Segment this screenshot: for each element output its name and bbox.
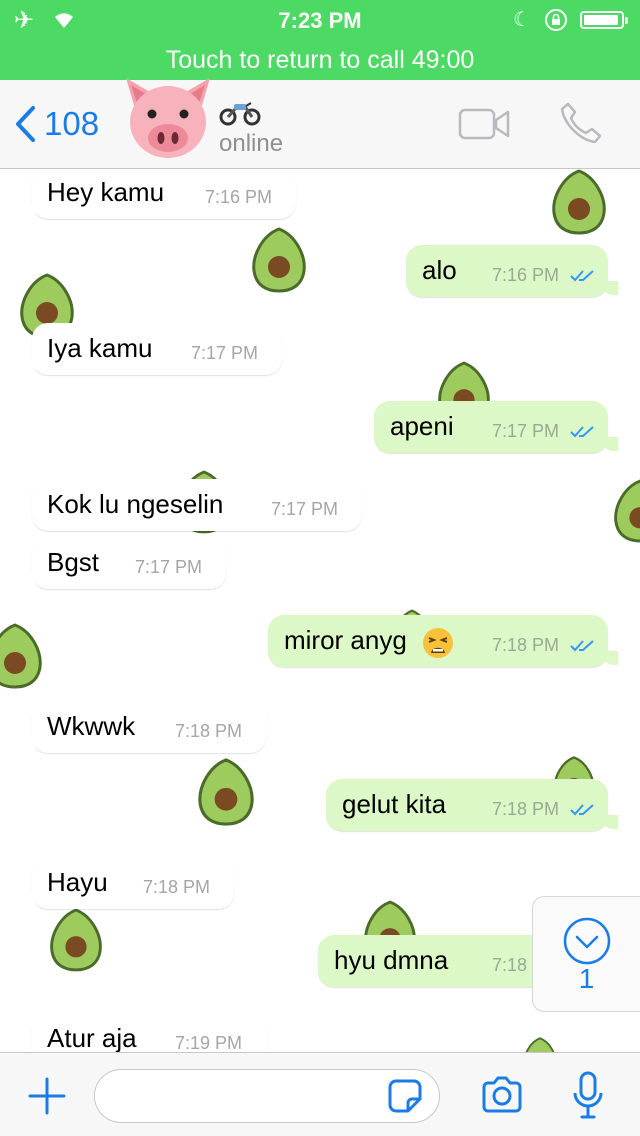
- message-time: 7:18 PM: [143, 877, 211, 897]
- message-text: Hayu: [47, 867, 108, 897]
- camera-icon[interactable]: [480, 1075, 524, 1115]
- message-incoming[interactable]: Iya kamu 7:17 PM: [22, 323, 282, 375]
- message-time: 7:17 PM: [191, 343, 259, 363]
- message-text: miror anyg: [284, 625, 407, 655]
- phone-icon[interactable]: [558, 100, 604, 146]
- avocado-icon: [252, 227, 306, 293]
- presence-status: online: [219, 130, 284, 157]
- message-input[interactable]: [111, 1080, 375, 1114]
- message-incoming[interactable]: Atur aja 7:19 PM: [22, 1013, 268, 1052]
- battery-icon: [580, 11, 628, 29]
- chat-header: 108 online: [0, 78, 640, 169]
- read-receipt-icon: [570, 426, 594, 438]
- message-text: Wkwwk: [47, 711, 136, 741]
- avocado-icon: [50, 908, 102, 972]
- message-text: Atur aja: [47, 1023, 137, 1052]
- message-text: apeni: [390, 411, 454, 441]
- message-incoming[interactable]: Hayu 7:18 PM: [22, 857, 234, 909]
- motorcycle-icon: [219, 102, 261, 126]
- message-text: Iya kamu: [47, 333, 153, 363]
- message-time: 7:19 PM: [175, 1033, 243, 1052]
- do-not-disturb-icon: ☾: [513, 9, 531, 31]
- status-bar[interactable]: ✈ 7:23 PM ☾ Touch to return to call 49:0…: [0, 0, 640, 80]
- sticker-icon[interactable]: [386, 1077, 424, 1115]
- rotation-lock-icon: [545, 9, 567, 31]
- message-text: hyu dmna: [334, 945, 449, 975]
- avocado-icon: [198, 758, 254, 826]
- message-outgoing[interactable]: alo 7:16 PM: [406, 245, 618, 297]
- avocado-icon: [614, 479, 640, 543]
- message-text: Hey kamu: [47, 177, 165, 207]
- unread-count: 108: [44, 105, 100, 142]
- read-receipt-icon: [570, 270, 594, 282]
- return-to-call-banner[interactable]: Touch to return to call 49:00: [0, 46, 640, 75]
- message-outgoing[interactable]: miror anyg 7:18 PM: [268, 615, 618, 667]
- chat-area[interactable]: Hey kamu 7:16 PM alo 7:16 PM Iya kamu 7:…: [0, 169, 640, 1052]
- message-incoming[interactable]: Hey kamu 7:16 PM: [22, 169, 296, 219]
- message-text: gelut kita: [342, 789, 447, 819]
- message-time: 7:17 PM: [135, 557, 203, 577]
- unread-badge: 1: [578, 963, 595, 994]
- avocado-icon: [552, 169, 606, 235]
- message-text: Bgst: [47, 547, 100, 577]
- message-outgoing[interactable]: gelut kita 7:18 PM: [326, 779, 618, 831]
- chevron-left-icon: [16, 106, 35, 142]
- avatar[interactable]: [120, 72, 216, 162]
- message-time: 7:16 PM: [492, 265, 560, 285]
- read-receipt-icon: [570, 804, 594, 816]
- message-time: 7:17 PM: [271, 499, 339, 519]
- message-time: 7:18 PM: [492, 635, 560, 655]
- avocado-icon: [525, 1037, 555, 1052]
- chevron-down-icon: [563, 917, 611, 965]
- read-receipt-icon: [570, 640, 594, 652]
- message-time: 7:18 PM: [492, 799, 560, 819]
- avocado-icon: [0, 623, 42, 689]
- message-time: 7:16 PM: [205, 187, 273, 207]
- message-time: 7:18 PM: [175, 721, 243, 741]
- plus-icon[interactable]: [28, 1077, 66, 1115]
- message-text: alo: [422, 255, 457, 285]
- message-incoming[interactable]: Bgst 7:17 PM: [22, 537, 226, 589]
- message-outgoing[interactable]: apeni 7:17 PM: [374, 401, 618, 453]
- message-time: 7:17 PM: [492, 421, 560, 441]
- message-time: 7:18: [492, 955, 528, 975]
- video-call-icon[interactable]: [458, 108, 510, 140]
- message-incoming[interactable]: Wkwwk 7:18 PM: [22, 701, 266, 753]
- microphone-icon[interactable]: [572, 1071, 604, 1121]
- tired-face-emoji-icon: [423, 628, 453, 658]
- scroll-to-bottom-button[interactable]: 1: [532, 896, 640, 1012]
- message-input-bar: [0, 1052, 640, 1136]
- back-button[interactable]: 108: [14, 102, 99, 146]
- message-text: Kok lu ngeselin: [47, 489, 224, 519]
- message-incoming[interactable]: Kok lu ngeselin 7:17 PM: [32, 479, 362, 531]
